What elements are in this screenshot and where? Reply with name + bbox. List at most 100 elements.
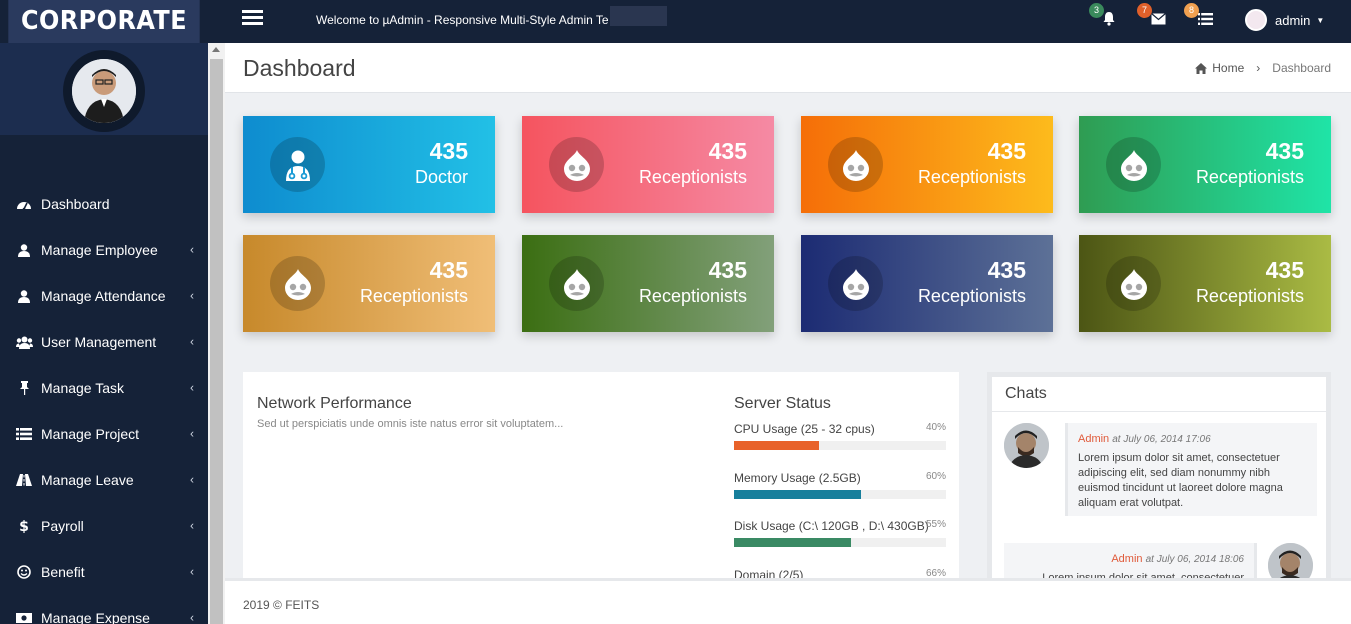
stat-card-label: Receptionists <box>917 286 1026 306</box>
server-status-title: Server Status <box>734 395 831 412</box>
user-icon <box>15 289 33 303</box>
network-performance-panel: Network Performance Sed ut perspiciatis … <box>243 372 959 596</box>
stat-card-value: 435 <box>708 257 747 283</box>
drupal-icon <box>828 256 883 311</box>
server-status-label: Memory Usage (2.5GB) <box>734 470 861 485</box>
stat-card-label: Receptionists <box>1195 167 1304 187</box>
scroll-up-arrow-icon[interactable] <box>212 47 220 52</box>
stat-card-label: Receptionists <box>1195 286 1304 306</box>
chat-author[interactable]: Admin <box>1111 553 1142 565</box>
footer: 2019 © FEITS <box>225 578 1351 624</box>
chevron-left-icon: ‹ <box>190 472 194 487</box>
hamburger-menu-icon[interactable] <box>242 10 263 26</box>
stat-card-receptionists[interactable]: 435 Receptionists <box>1079 116 1331 213</box>
money-icon <box>15 611 33 624</box>
smile-icon <box>15 565 33 579</box>
pin-icon <box>15 381 33 395</box>
dollar-icon: $ <box>15 519 33 534</box>
server-status-bar <box>734 489 946 499</box>
sidebar-item-label: Manage Task <box>41 380 125 396</box>
chat-avatar[interactable] <box>1268 543 1313 582</box>
welcome-redacted-block <box>610 6 667 26</box>
server-status-bar <box>734 441 946 450</box>
sidebar-item-dashboard[interactable]: Dashboard <box>0 181 208 227</box>
chat-avatar[interactable] <box>1004 423 1049 468</box>
server-status-percent: 40% <box>925 422 946 433</box>
chat-author[interactable]: Admin <box>1078 433 1109 445</box>
server-status-percent: 66% <box>925 567 946 579</box>
stat-card-doctor[interactable]: 435 Doctor <box>243 116 495 213</box>
chats-divider <box>992 411 1326 412</box>
chevron-left-icon: ‹ <box>190 610 194 624</box>
tasks-list-icon <box>1198 13 1213 25</box>
server-status-bar-fill <box>734 441 819 450</box>
profile-avatar[interactable] <box>72 59 136 123</box>
sidebar-item-manage-leave[interactable]: Manage Leave ‹ <box>0 457 208 503</box>
sidebar-menu: Dashboard Manage Employee ‹ Manage Attendan… <box>0 181 208 624</box>
chevron-left-icon: ‹ <box>190 288 194 303</box>
road-icon <box>15 473 33 487</box>
stat-card-value: 435 <box>1265 257 1304 283</box>
chats-panel: Chats Admin at July 06, 2014 17:06 Lorem… <box>987 372 1331 582</box>
server-status-row: CPU Usage (25 - 32 cpus) 40% <box>734 422 946 450</box>
sidebar-item-manage-task[interactable]: Manage Task ‹ <box>0 365 208 411</box>
sidebar-item-label: Manage Project <box>41 426 140 442</box>
page-header: Dashboard Home › Dashboard <box>225 43 1351 93</box>
welcome-text: Welcome to µAdmin - Responsive Multi-Sty… <box>316 13 609 27</box>
stat-card-receptionists[interactable]: 435 Receptionists <box>243 235 495 332</box>
envelope-icon <box>1151 13 1166 25</box>
user-dropdown[interactable]: admin ▼ <box>1245 9 1324 31</box>
drupal-icon <box>1106 256 1161 311</box>
sidebar-scrollbar[interactable] <box>208 43 225 624</box>
chevron-left-icon: ‹ <box>190 518 194 533</box>
server-status-row: Disk Usage (C:\ 120GB , D:\ 430GB) 55% <box>734 519 946 547</box>
stat-card-receptionists[interactable]: 435 Receptionists <box>801 235 1053 332</box>
user-icon <box>15 243 33 257</box>
sidebar-item-label: Manage Expense <box>41 610 150 624</box>
tasks-badge: 8 <box>1184 3 1199 18</box>
server-status-label: Disk Usage (C:\ 120GB , D:\ 430GB) <box>734 519 929 533</box>
notifications-button[interactable] <box>1102 11 1116 31</box>
breadcrumb-home-link[interactable]: Home <box>1212 61 1244 75</box>
stat-card-receptionists[interactable]: 435 Receptionists <box>1079 235 1331 332</box>
svg-text:$: $ <box>19 519 29 534</box>
scrollbar-thumb[interactable] <box>210 59 223 624</box>
stat-card-receptionists[interactable]: 435 Receptionists <box>801 116 1053 213</box>
brand-logo[interactable]: CORPORATE <box>8 0 200 43</box>
chevron-right-icon: › <box>1256 61 1261 75</box>
stat-card-receptionists[interactable]: 435 Receptionists <box>522 116 774 213</box>
chat-time: at July 06, 2014 18:06 <box>1145 554 1244 565</box>
drupal-icon <box>270 256 325 311</box>
sidebar-item-payroll[interactable]: $ Payroll ‹ <box>0 503 208 549</box>
sidebar-item-benefit[interactable]: Benefit ‹ <box>0 549 208 595</box>
sidebar-item-manage-expense[interactable]: Manage Expense ‹ <box>0 595 208 624</box>
network-performance-title: Network Performance <box>257 395 412 412</box>
sidebar: CORPORATE admin DashboardManage Employee… <box>0 0 208 624</box>
drupal-icon <box>549 256 604 311</box>
sidebar-item-label: Manage Attendance <box>41 288 166 304</box>
stat-card-label: Receptionists <box>917 167 1026 187</box>
drupal-icon <box>549 137 604 192</box>
chevron-left-icon: ‹ <box>190 380 194 395</box>
tasks-button[interactable] <box>1198 12 1213 30</box>
sidebar-item-manage-project[interactable]: Manage Project ‹ <box>0 411 208 457</box>
messages-button[interactable] <box>1151 12 1166 30</box>
chevron-left-icon: ‹ <box>190 334 194 349</box>
breadcrumb: Home › Dashboard <box>1195 61 1331 75</box>
stat-card-value: 435 <box>708 138 747 164</box>
chat-user-photo-icon <box>1004 423 1049 468</box>
sidebar-item-user-management[interactable]: User Management ‹ <box>0 319 208 365</box>
server-status-bar-fill <box>734 489 862 499</box>
server-status-row: Memory Usage (2.5GB) 60% <box>734 470 946 499</box>
sidebar-item-label: Dashboard <box>41 196 110 212</box>
sidebar-item-manage-employee[interactable]: Manage Employee ‹ <box>0 227 208 273</box>
server-status-label: CPU Usage (25 - 32 cpus) <box>734 422 875 436</box>
stat-card-value: 435 <box>987 257 1026 283</box>
notifications-badge: 3 <box>1089 3 1104 18</box>
messages-badge: 7 <box>1137 3 1152 18</box>
stat-card-receptionists[interactable]: 435 Receptionists <box>522 235 774 332</box>
chat-text: Lorem ipsum dolor sit amet, consectetuer… <box>1078 452 1283 509</box>
sidebar-item-manage-attendance[interactable]: Manage Attendance ‹ <box>0 273 208 319</box>
breadcrumb-current: Dashboard <box>1272 61 1331 75</box>
chevron-left-icon: ‹ <box>190 426 194 441</box>
